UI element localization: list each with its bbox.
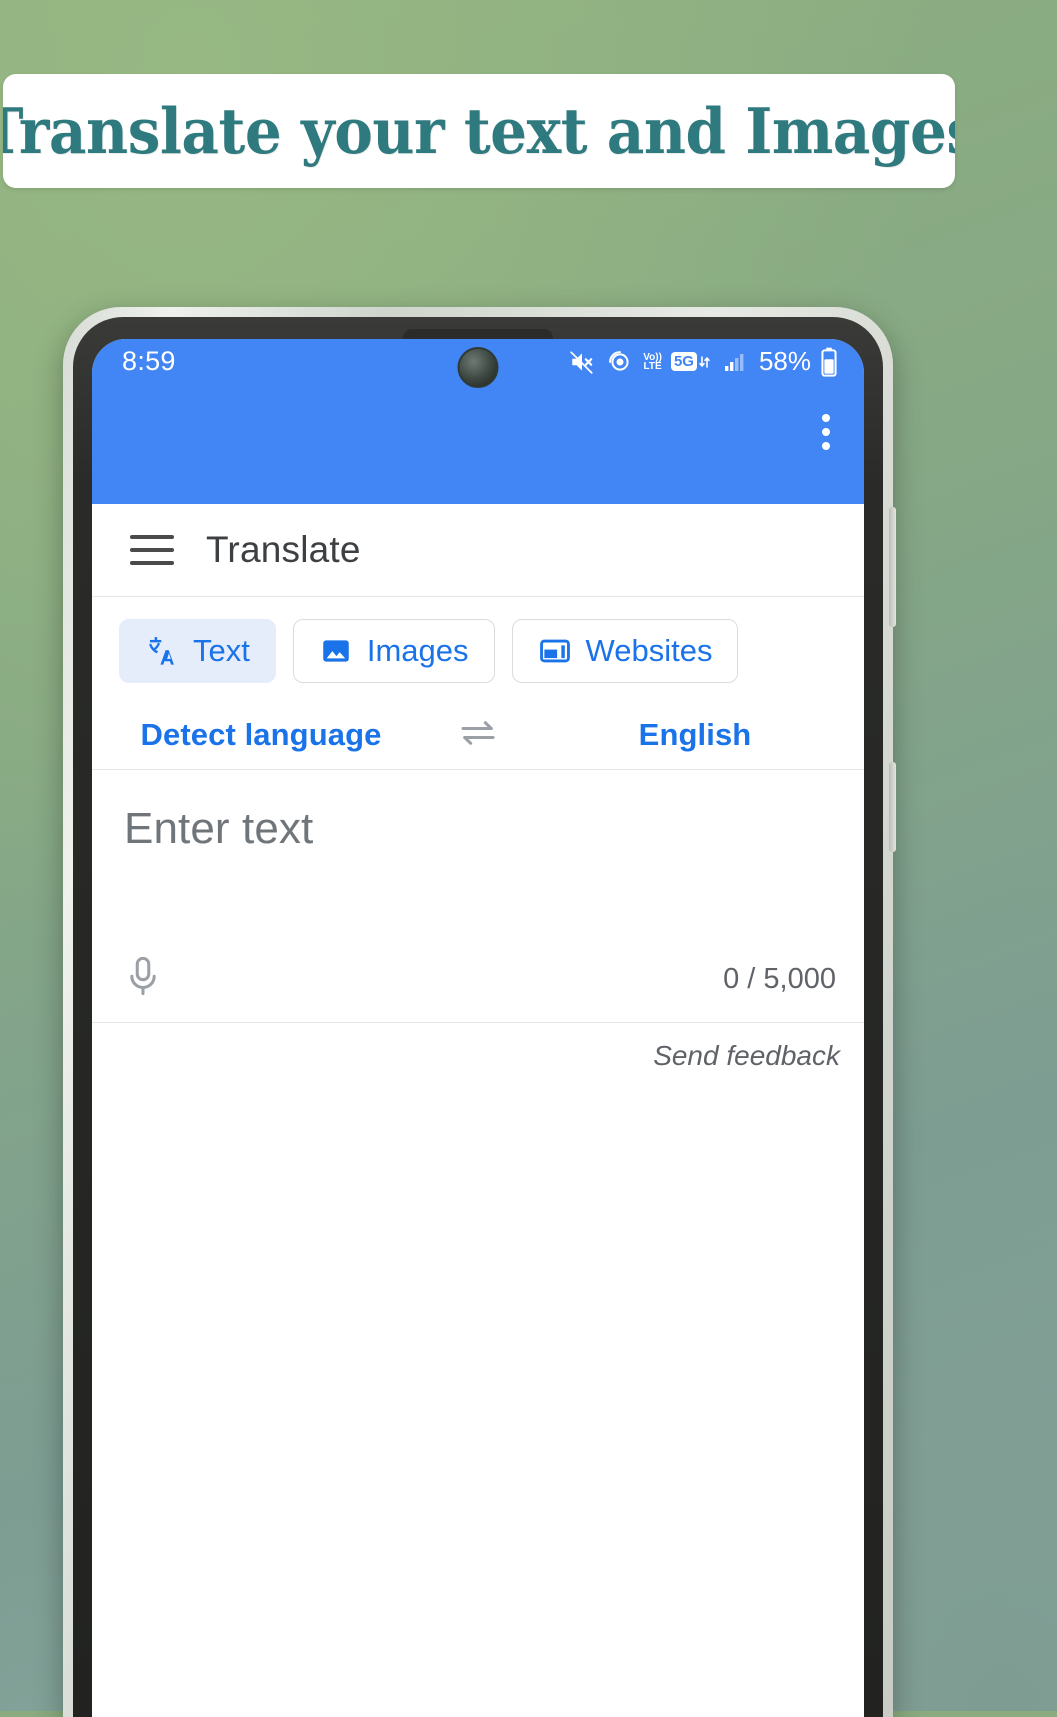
tab-text[interactable]: Text — [119, 619, 276, 683]
menu-icon[interactable] — [130, 535, 174, 565]
vibrate-icon — [606, 348, 634, 376]
swap-horizontal-icon — [456, 718, 500, 753]
headline-text: Translate your text and Images — [3, 94, 955, 168]
more-options-icon[interactable] — [822, 414, 830, 450]
text-input-placeholder: Enter text — [124, 804, 314, 853]
volte-icon: Vo)) LTE — [643, 352, 662, 372]
results-area — [92, 1089, 864, 1717]
battery-icon — [820, 347, 838, 377]
mute-icon — [567, 349, 597, 375]
tab-websites-label: Websites — [585, 633, 713, 668]
tab-images-label: Images — [366, 633, 469, 668]
target-language-button[interactable]: English — [526, 717, 864, 753]
website-icon — [538, 634, 572, 668]
status-bar: 8:59 Vo)) LTE 5G 58% — [92, 339, 864, 388]
page-title: Translate — [206, 529, 361, 570]
signal-bars-icon — [720, 350, 748, 374]
translate-icon — [145, 634, 179, 668]
volte-bottom-label: LTE — [643, 360, 662, 372]
send-feedback-link[interactable]: Send feedback — [653, 1040, 840, 1072]
text-input-area[interactable]: Enter text 0 / 5,000 — [92, 770, 864, 1022]
status-clock: 8:59 — [122, 346, 176, 376]
tab-images[interactable]: Images — [292, 619, 495, 683]
app-toolbar: Translate — [92, 504, 864, 597]
mode-tabs: Text Images Websites — [92, 597, 864, 701]
phone-mockup: 8:59 Vo)) LTE 5G 58% Translate Text Imag… — [63, 307, 896, 1717]
source-language-button[interactable]: Detect language — [92, 717, 430, 753]
image-icon — [319, 634, 353, 668]
input-bottom-row: 0 / 5,000 — [92, 955, 864, 1004]
feedback-row: Send feedback — [92, 1023, 864, 1089]
phone-screen: 8:59 Vo)) LTE 5G 58% Translate Text Imag… — [92, 339, 864, 1717]
status-icons: Vo)) LTE 5G 58% — [567, 346, 838, 377]
language-selector-row: Detect language English — [92, 701, 864, 770]
swap-languages-button[interactable] — [430, 718, 526, 753]
character-counter: 0 / 5,000 — [723, 963, 836, 995]
microphone-icon[interactable] — [126, 955, 160, 1004]
phone-power-button[interactable] — [889, 762, 896, 852]
tab-websites[interactable]: Websites — [511, 619, 739, 683]
app-bar — [92, 384, 864, 504]
battery-percent-label: 58% — [758, 346, 811, 376]
headline-banner: Translate your text and Images — [3, 74, 955, 188]
front-camera-punch-hole — [457, 347, 499, 388]
tab-text-label: Text — [193, 633, 250, 668]
5g-label: 5G — [670, 352, 697, 371]
5g-icon: 5G — [670, 351, 711, 373]
phone-volume-button[interactable] — [889, 507, 896, 627]
